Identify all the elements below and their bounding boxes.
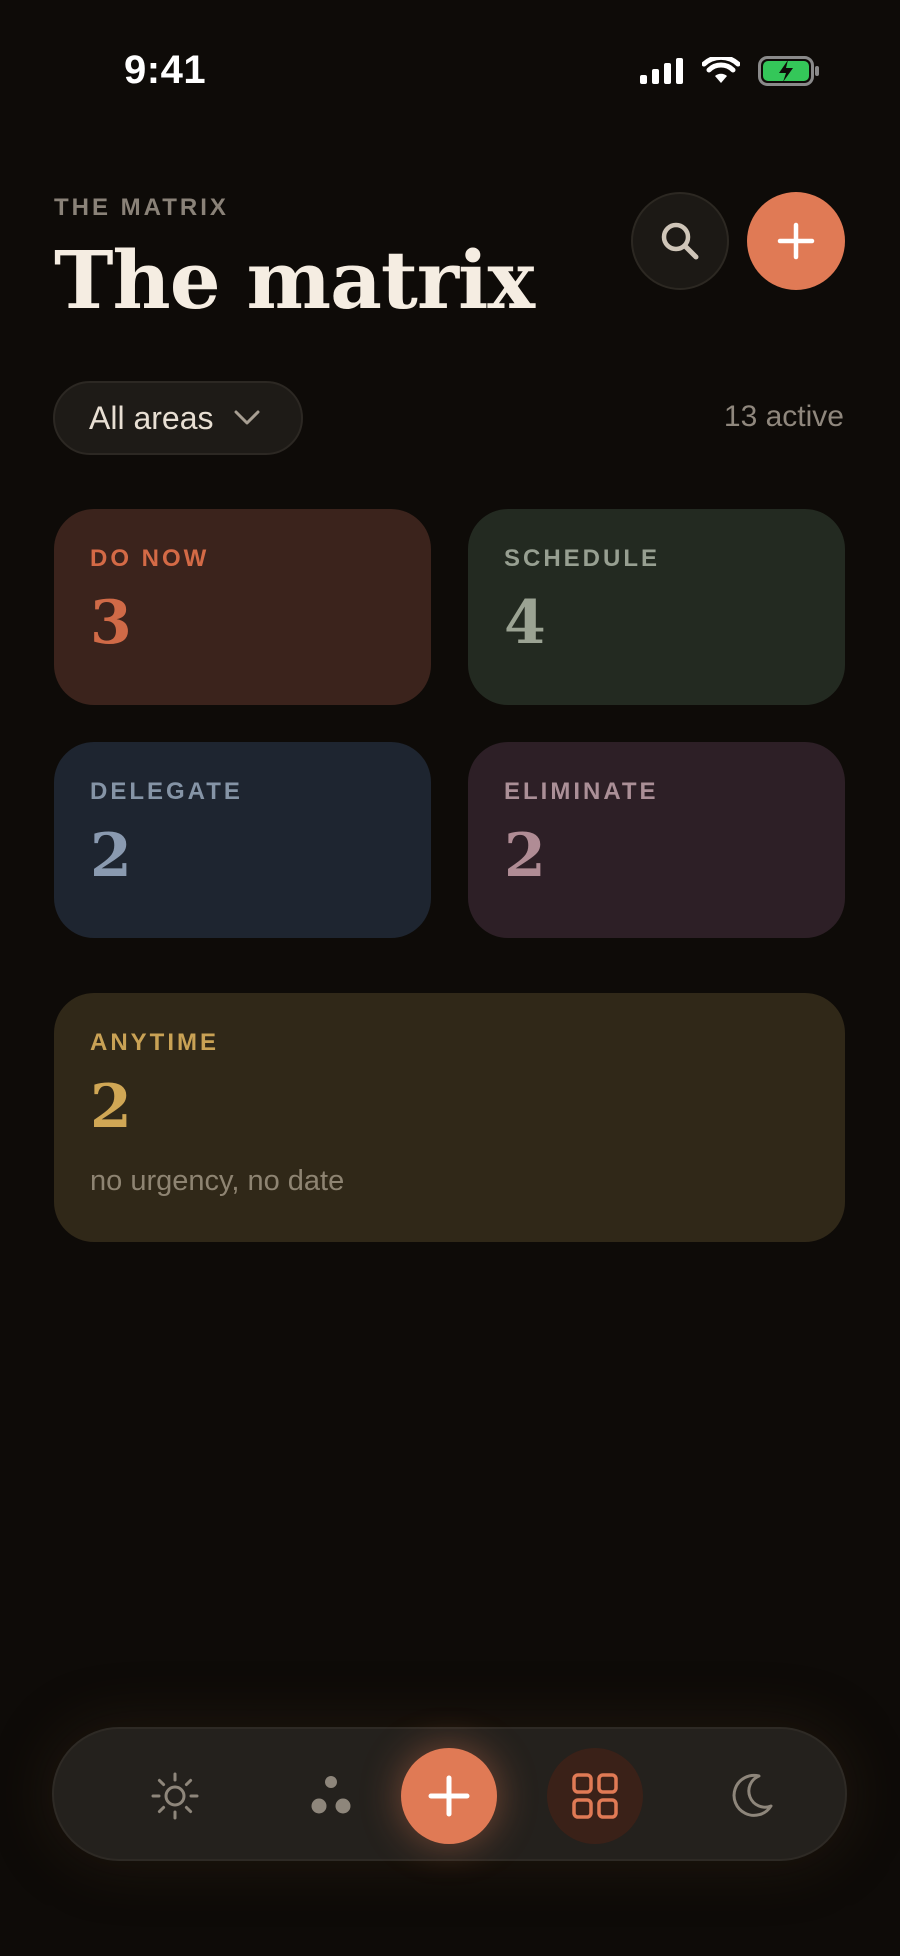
- anytime-count: 2: [90, 1072, 132, 1142]
- active-count: 13 active: [723, 400, 844, 433]
- quadrant-count: 2: [504, 821, 546, 891]
- add-task-button[interactable]: [747, 192, 845, 290]
- signal-icon: [640, 58, 683, 84]
- tab-evening[interactable]: [703, 1748, 799, 1844]
- tab-matrix[interactable]: [547, 1748, 643, 1844]
- plus-icon: [777, 222, 815, 260]
- battery-charging-icon: [758, 56, 819, 86]
- quadrant-label: ELIMINATE: [504, 778, 659, 805]
- status-icons: [640, 56, 820, 86]
- search-icon: [661, 222, 699, 260]
- quadrant-label: DELEGATE: [90, 778, 243, 805]
- moon-icon: [732, 1773, 773, 1817]
- anytime-note: no urgency, no date: [90, 1165, 345, 1197]
- areas-dots-icon: [311, 1776, 351, 1814]
- quadrant-card-do-now[interactable]: DO NOW 3: [54, 509, 431, 705]
- tab-add-button[interactable]: [401, 1748, 497, 1844]
- sun-icon: [151, 1772, 199, 1820]
- chevron-down-icon: [234, 410, 259, 425]
- search-button[interactable]: [631, 192, 729, 290]
- quadrant-count: 4: [504, 588, 546, 658]
- area-filter-label: All areas: [89, 399, 214, 436]
- plus-icon: [428, 1775, 470, 1817]
- quadrant-card-delegate[interactable]: DELEGATE 2: [54, 742, 431, 938]
- tab-areas[interactable]: [283, 1748, 379, 1844]
- bottom-tab-bar: [52, 1727, 847, 1861]
- wifi-icon: [702, 57, 740, 83]
- quadrant-card-eliminate[interactable]: ELIMINATE 2: [468, 742, 845, 938]
- status-bar: 9:41: [0, 0, 900, 140]
- tab-today[interactable]: [127, 1748, 223, 1844]
- area-filter-dropdown[interactable]: All areas: [53, 381, 303, 455]
- quadrant-count: 2: [90, 821, 132, 891]
- page-title: The matrix: [54, 233, 535, 327]
- quadrant-count: 3: [90, 588, 132, 658]
- anytime-label: ANYTIME: [90, 1029, 219, 1056]
- anytime-card[interactable]: ANYTIME 2 no urgency, no date: [54, 993, 845, 1242]
- grid-icon: [572, 1773, 618, 1819]
- quadrant-label: DO NOW: [90, 545, 210, 572]
- quadrant-card-schedule[interactable]: SCHEDULE 4: [468, 509, 845, 705]
- quadrant-label: SCHEDULE: [504, 545, 661, 572]
- page-eyebrow: THE MATRIX: [54, 194, 229, 221]
- status-time: 9:41: [124, 48, 207, 92]
